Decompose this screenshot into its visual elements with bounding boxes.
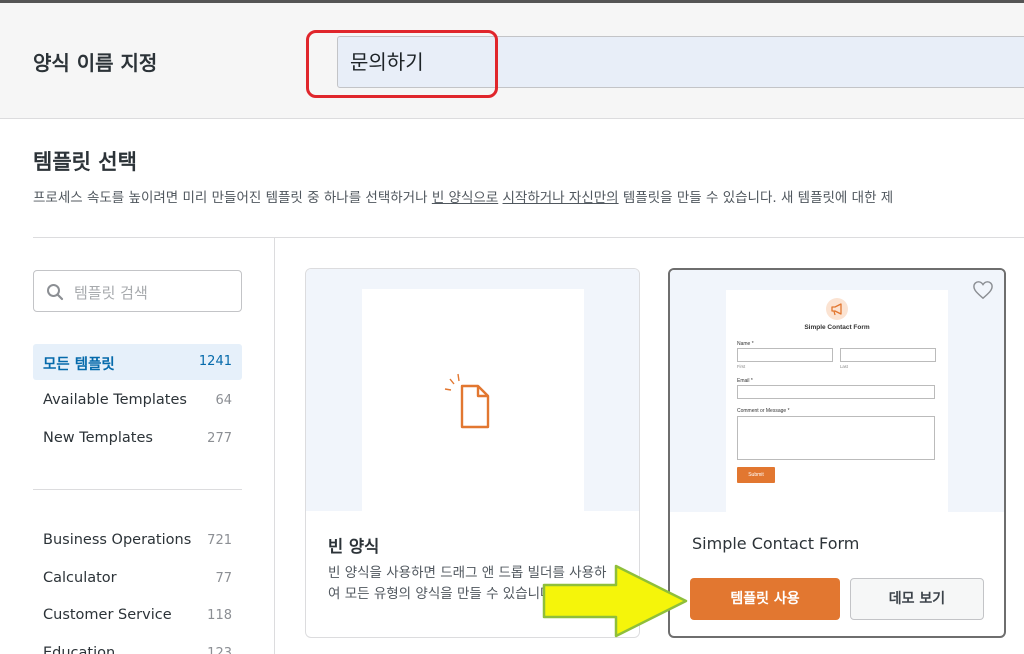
search-placeholder: 템플릿 검색: [74, 284, 148, 302]
category-calculator[interactable]: Calculator 77: [33, 561, 242, 597]
category-count: 123: [207, 646, 232, 654]
template-card-simple-contact-form[interactable]: Simple Contact Form Name * First Last Em…: [668, 268, 1006, 638]
view-demo-button[interactable]: 데모 보기: [850, 578, 984, 620]
thumbnail-paper: [362, 289, 584, 511]
preview-title: Simple Contact Form: [804, 324, 870, 331]
desc-text: 프로세스 속도를 높이려면 미리 만들어진 템플릿 중 하나를 선택하거나: [33, 190, 432, 206]
form-name-input[interactable]: 문의하기: [337, 36, 1024, 88]
category-label: Education: [43, 645, 116, 654]
category-label: Business Operations: [43, 532, 192, 548]
category-label: Available Templates: [43, 392, 187, 408]
category-count: 77: [215, 571, 232, 586]
form-preview: Simple Contact Form Name * First Last Em…: [726, 290, 948, 512]
divider: [33, 237, 1024, 238]
category-business-operations[interactable]: Business Operations 721: [33, 523, 242, 559]
category-available-templates[interactable]: Available Templates 64: [33, 383, 242, 419]
category-count: 277: [207, 431, 232, 446]
category-count: 1241: [198, 354, 232, 369]
category-count: 118: [207, 608, 232, 623]
card-thumbnail: Simple Contact Form Name * First Last Em…: [670, 270, 1004, 512]
card-description: 빈 양식을 사용하면 드래그 앤 드롭 빌더를 사용하여 모든 유형의 양식을 …: [328, 565, 607, 602]
template-card-blank[interactable]: 빈 양식 빈 양식을 사용하면 드래그 앤 드롭 빌더를 사용하여 모든 유형의…: [305, 268, 640, 638]
preview-comment-label: Comment or Message *: [737, 408, 790, 414]
form-name-label: 양식 이름 지정: [33, 51, 158, 75]
preview-email-label: Email *: [737, 378, 753, 384]
card-title: Simple Contact Form: [692, 534, 860, 553]
category-label: Customer Service: [43, 607, 172, 623]
form-name-row: 양식 이름 지정 문의하기: [0, 3, 1024, 119]
card-thumbnail: [306, 269, 639, 511]
category-label: 모든 템플릿: [43, 357, 115, 373]
blank-document-icon: [444, 373, 490, 429]
card-title: 빈 양식: [328, 537, 380, 556]
preview-last-label: Last: [840, 364, 848, 369]
category-education[interactable]: Education 123: [33, 636, 242, 654]
template-section-title: 템플릿 선택: [33, 150, 137, 174]
category-all-templates[interactable]: 모든 템플릿 1241: [33, 344, 242, 380]
category-label: New Templates: [43, 430, 153, 446]
category-customer-service[interactable]: Customer Service 118: [33, 598, 242, 634]
desc-text: 템플릿을 만들 수 있습니다. 새 템플릿에 대한 제: [618, 190, 894, 206]
template-search-input[interactable]: 템플릿 검색: [33, 270, 242, 312]
sidebar-divider: [33, 489, 242, 490]
sidebar-separator: [274, 238, 275, 654]
blank-form-link[interactable]: 빈 양식으로: [432, 190, 498, 206]
category-count: 721: [207, 533, 232, 548]
preview-first-label: First: [737, 364, 746, 369]
use-template-button[interactable]: 템플릿 사용: [690, 578, 840, 620]
search-icon: [47, 284, 64, 301]
template-section-description: 프로세스 속도를 높이려면 미리 만들어진 템플릿 중 하나를 선택하거나 빈 …: [33, 186, 1024, 206]
preview-name-label: Name *: [737, 341, 754, 347]
heart-icon[interactable]: [972, 280, 994, 300]
megaphone-icon: [826, 298, 848, 320]
category-new-templates[interactable]: New Templates 277: [33, 421, 242, 457]
preview-submit-button: Submit: [737, 467, 775, 483]
preview-first-field: [737, 348, 833, 362]
category-label: Calculator: [43, 570, 117, 586]
category-count: 64: [215, 393, 232, 408]
preview-last-field: [840, 348, 936, 362]
custom-template-link[interactable]: 시작하거나 자신만의: [503, 190, 619, 206]
preview-comment-field: [737, 416, 935, 460]
preview-email-field: [737, 385, 935, 399]
